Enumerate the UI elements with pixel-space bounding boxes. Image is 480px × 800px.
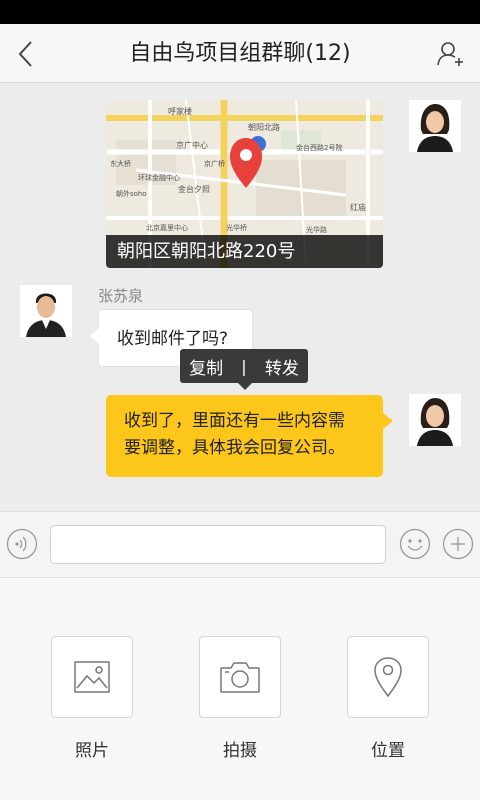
location-label: 位置	[371, 741, 405, 761]
map-label: 环球金融中心	[138, 173, 180, 182]
camera-button[interactable]	[199, 636, 281, 718]
photo-label: 照片	[75, 741, 109, 761]
camera-icon	[220, 662, 260, 693]
camera-action[interactable]: 拍摄	[199, 636, 281, 761]
message-text-line: 收到了，里面还有一些内容需	[124, 411, 345, 431]
map-label: 光华路	[306, 225, 327, 234]
add-member-button[interactable]	[428, 32, 472, 76]
map-label: 金台夕照	[178, 184, 210, 194]
sender-name: 张苏泉	[98, 287, 144, 305]
photo-button[interactable]	[51, 636, 133, 718]
image-icon	[74, 661, 110, 693]
voice-icon	[6, 528, 38, 560]
voice-button[interactable]	[6, 528, 38, 560]
outgoing-message-bubble[interactable]: 收到了，里面还有一些内容需 要调整，具体我会回复公司。	[106, 395, 393, 477]
avatar-woman-image	[409, 100, 461, 152]
chat-area[interactable]: 呼家楼 朝阳北路 东大桥 京广中心 朝外soho 环球金融中心 金台西路2号院 …	[0, 83, 480, 511]
location-pin-icon	[374, 657, 402, 698]
map-label: 光华桥	[226, 223, 247, 232]
attachment-panel: 照片 拍摄 位置	[0, 578, 480, 800]
map-label: 朝外soho	[116, 189, 147, 198]
avatar-man-image	[20, 285, 72, 337]
camera-label: 拍摄	[223, 741, 257, 761]
map-label: 金台西路2号院	[296, 143, 342, 152]
map-label: 朝阳北路	[248, 122, 280, 132]
message-input-bar	[0, 511, 480, 578]
plus-icon	[442, 528, 474, 560]
location-action[interactable]: 位置	[347, 636, 429, 761]
message-context-menu: 复制 | 转发	[180, 349, 308, 390]
copy-menu-item[interactable]: 复制	[189, 354, 223, 379]
map-label: 东大桥	[110, 159, 131, 168]
emoji-icon	[399, 528, 431, 560]
message-input[interactable]	[50, 525, 386, 564]
map-label: 呼家楼	[168, 106, 192, 116]
more-button[interactable]	[442, 528, 474, 560]
message-text-line: 要调整，具体我会回复公司。	[124, 438, 345, 458]
location-button[interactable]	[347, 636, 429, 718]
map-label: 北京嘉里中心	[146, 223, 188, 232]
navigation-bar: 自由鸟项目组群聊(12)	[0, 24, 480, 83]
location-address: 朝阳区朝阳北路220号	[106, 235, 383, 268]
add-person-icon	[437, 42, 463, 66]
map-label: 京广中心	[176, 140, 208, 150]
status-bar	[0, 0, 480, 24]
map-label: 京广桥	[204, 159, 225, 168]
emoji-button[interactable]	[399, 528, 431, 560]
location-message[interactable]: 呼家楼 朝阳北路 东大桥 京广中心 朝外soho 环球金融中心 金台西路2号院 …	[106, 100, 383, 268]
forward-menu-item[interactable]: 转发	[265, 354, 299, 379]
avatar-self[interactable]	[409, 100, 461, 152]
avatar-sender[interactable]	[20, 285, 72, 337]
menu-separator: |	[241, 356, 247, 376]
page-title: 自由鸟项目组群聊(12)	[129, 41, 351, 66]
map-label: 红庙	[350, 202, 366, 212]
avatar-woman-image	[409, 394, 461, 446]
avatar-self[interactable]	[409, 394, 461, 446]
photo-action[interactable]: 照片	[51, 636, 133, 761]
